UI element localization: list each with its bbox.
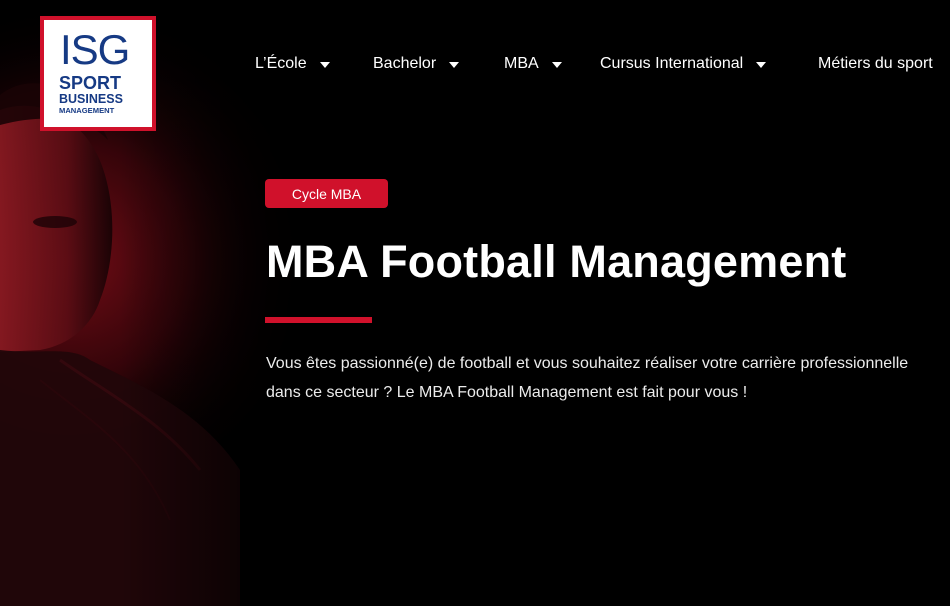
nav-item-label: Cursus International <box>600 55 744 72</box>
nav-item-mba[interactable]: MBA <box>504 52 562 76</box>
caret-down-icon <box>756 61 767 68</box>
nav-item-ecole[interactable]: L’École <box>255 52 330 76</box>
nav-item-metiers-du-sport[interactable]: Métiers du sport <box>818 52 933 76</box>
nav-item-label: Bachelor <box>373 55 437 72</box>
title-underline-divider <box>265 317 372 323</box>
nav-item-label: Métiers du sport <box>818 55 933 72</box>
caret-down-icon <box>449 61 460 68</box>
logo-sport-text: SPORT <box>59 73 122 93</box>
nav-item-bachelor[interactable]: Bachelor <box>373 52 460 76</box>
program-badge: Cycle MBA <box>265 179 388 208</box>
main-navigation: L’École Bachelor MBA Cursus Internationa… <box>0 52 950 76</box>
nav-item-label: L’École <box>255 55 307 72</box>
nav-item-cursus-international[interactable]: Cursus International <box>600 52 767 76</box>
page-title: MBA Football Management <box>266 236 847 287</box>
hero-description: Vous êtes passionné(e) de football et vo… <box>266 355 909 401</box>
nav-item-label: MBA <box>504 55 539 72</box>
caret-down-icon <box>319 61 330 68</box>
logo-management-text: MANAGEMENT <box>59 106 115 115</box>
caret-down-icon <box>551 61 562 68</box>
logo-business-text: BUSINESS <box>59 92 123 106</box>
